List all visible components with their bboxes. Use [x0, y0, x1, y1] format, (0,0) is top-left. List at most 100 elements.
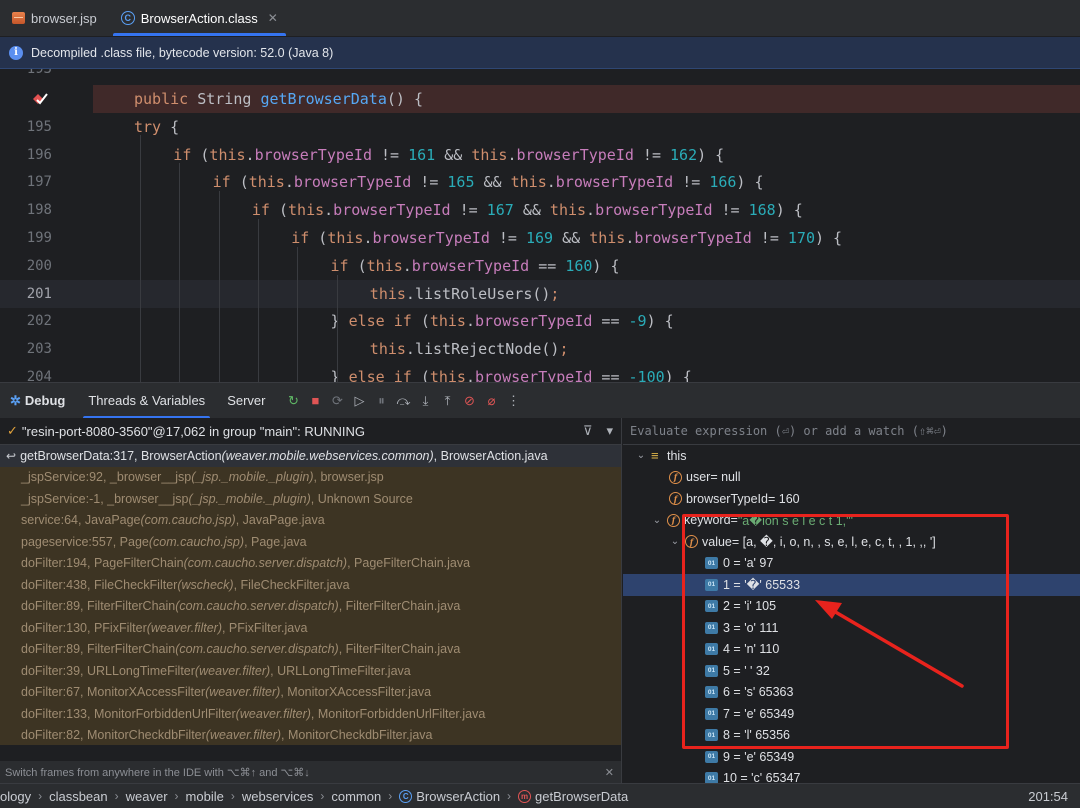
breadcrumb-label: weaver — [125, 788, 168, 804]
code-token: () { — [386, 90, 423, 108]
array-element-row[interactable]: 01 5 = ' ' 32 — [623, 660, 1080, 682]
breadcrumb-item[interactable]: ology — [0, 789, 31, 804]
resume-icon[interactable]: ▷ — [348, 390, 370, 412]
stop-icon[interactable]: ■ — [304, 390, 326, 412]
tab-threads-variables[interactable]: Threads & Variables — [77, 383, 216, 419]
var-row-browsertypeid[interactable]: f browserTypeId = 160 — [623, 488, 1080, 510]
frame-pkg: (weaver.filter) — [205, 685, 281, 700]
tab-server[interactable]: Server — [216, 383, 276, 419]
var-row-this[interactable]: ⌄ ≡ this — [623, 445, 1080, 467]
code-token: getBrowserData — [260, 90, 387, 108]
chevron-right-icon: › — [38, 789, 43, 803]
frame-method: getBrowserData:317, BrowserAction — [20, 448, 222, 463]
array-element-row[interactable]: 01 9 = 'e' 65349 — [623, 746, 1080, 768]
code-editor[interactable]: 193 public String getBrowserData() {195 t… — [0, 69, 1080, 382]
frame-row[interactable]: doFilter:194, PageFilterChain (com.cauch… — [0, 553, 621, 575]
array-element-row[interactable]: 01 7 = 'e' 65349 — [623, 703, 1080, 725]
array-element-row[interactable]: 01 6 = 's' 65363 — [623, 682, 1080, 704]
frame-row[interactable]: _jspService:92, _browser__jsp (_jsp._mob… — [0, 467, 621, 489]
breadcrumb-item[interactable]: weaver — [126, 789, 168, 804]
tab-browseraction-class[interactable]: C BrowserAction.class ✕ — [109, 0, 290, 36]
frame-row[interactable]: pageservice:557, Page (com.caucho.jsp), … — [0, 531, 621, 553]
chevron-down-icon[interactable]: ⌄ — [669, 536, 681, 547]
method-breakpoint-icon[interactable] — [30, 91, 50, 107]
array-element-row[interactable]: 01 2 = 'i' 105 — [623, 596, 1080, 618]
close-icon[interactable]: ✕ — [268, 11, 278, 25]
step-into-icon[interactable]: ⤓ — [414, 390, 436, 412]
code-token: if — [173, 145, 201, 164]
frame-row[interactable]: doFilter:39, URLLongTimeFilter (weaver.f… — [0, 660, 621, 682]
frame-row[interactable]: doFilter:67, MonitorXAccessFilter (weave… — [0, 682, 621, 704]
evaluate-expression-input[interactable]: Evaluate expression (⏎) or add a watch (… — [623, 418, 1080, 445]
code-token: . — [546, 173, 556, 192]
chevron-down-icon[interactable]: ▾ — [606, 423, 613, 439]
cursor-position[interactable]: 201:54 — [1028, 789, 1068, 804]
thread-selector[interactable]: ✓ "resin-port-8080-3560"@17,062 in group… — [0, 418, 621, 445]
frame-row[interactable]: doFilter:89, FilterFilterChain (com.cauc… — [0, 639, 621, 661]
code-line: 199 if (this. browserTypeId != 169 && this… — [0, 224, 1080, 252]
line-number: 203 — [26, 341, 52, 358]
mute-breakpoints-icon[interactable]: ⌀ — [480, 390, 502, 412]
frame-row[interactable]: _jspService:-1, _browser__jsp (_jsp._mob… — [0, 488, 621, 510]
array-element-row[interactable]: 01 0 = 'a' 97 — [623, 553, 1080, 575]
frame-row[interactable]: ↩ getBrowserData:317, BrowserAction (weav… — [0, 445, 621, 467]
array-element-row[interactable]: 01 8 = 'l' 65356 — [623, 725, 1080, 747]
breadcrumb-item[interactable]: webservices — [242, 789, 314, 804]
frame-method: doFilter:194, PageFilterChain — [21, 556, 184, 571]
pause-icon[interactable]: ⏸ — [370, 390, 392, 412]
filter-icon[interactable]: ⊽ — [583, 423, 593, 439]
view-breakpoints-icon[interactable]: ⊘ — [458, 390, 480, 412]
code-text: } else if (this. browserTypeId == -9) { — [331, 307, 1080, 335]
code-token: && — [474, 173, 511, 192]
frame-row[interactable]: service:64, JavaPage (com.caucho.jsp), J… — [0, 510, 621, 532]
close-icon[interactable]: ✕ — [605, 766, 614, 779]
code-token: ) { — [646, 312, 674, 331]
primitive-icon: 01 — [705, 750, 718, 763]
breadcrumb-item[interactable]: C BrowserAction — [399, 789, 500, 804]
array-element-row[interactable]: 01 4 = 'n' 110 — [623, 639, 1080, 661]
tab-label: Server — [227, 393, 266, 408]
var-name: value — [702, 534, 732, 549]
frame-row[interactable]: doFilter:438, FileCheckFilter (wscheck),… — [0, 574, 621, 596]
array-element-row[interactable]: 01 3 = 'o' 111 — [623, 617, 1080, 639]
var-name: keyword — [684, 513, 731, 528]
code-token: public — [134, 90, 198, 108]
breadcrumb-item[interactable]: m getBrowserData — [518, 789, 628, 804]
line-number: 199 — [26, 230, 52, 246]
step-over-icon[interactable]: ⤼ — [392, 390, 414, 412]
step-out-icon[interactable]: ⤒ — [436, 390, 458, 412]
array-element-row[interactable]: 01 10 = 'c' 65347 — [623, 768, 1080, 783]
chevron-down-icon[interactable]: ⌄ — [635, 450, 647, 461]
chevron-down-icon[interactable]: ⌄ — [651, 515, 663, 526]
code-token: String — [197, 90, 261, 108]
line-number: 200 — [26, 257, 52, 274]
debug-title: ✲ Debug — [0, 393, 77, 409]
breadcrumb-item[interactable]: mobile — [186, 789, 224, 804]
code-token: != — [411, 173, 448, 192]
code-text: if (this. browserTypeId != 167 && this. br… — [252, 196, 1080, 224]
code-line: 196 if (this. browserTypeId != 161 && this… — [0, 141, 1080, 169]
frame-row[interactable]: doFilter:133, MonitorForbiddenUrlFilter … — [0, 703, 621, 725]
breadcrumb-item[interactable]: classbean — [49, 789, 108, 804]
rerun-icon[interactable]: ↻ — [282, 390, 304, 412]
frame-method: doFilter:89, FilterFilterChain — [21, 599, 176, 614]
var-row-value[interactable]: ⌄ f value = [a, �, i, o, n, , s, e, l, e… — [623, 531, 1080, 553]
breadcrumb-item[interactable]: common — [331, 789, 381, 804]
array-element-row[interactable]: 01 1 = '�' 65533 — [623, 574, 1080, 596]
code-token: ( — [420, 368, 430, 382]
var-row-user[interactable]: f user = null — [623, 467, 1080, 489]
frame-pkg: (weaver.filter) — [146, 620, 222, 635]
tab-browser-jsp[interactable]: browser.jsp — [0, 0, 109, 36]
frame-row[interactable]: doFilter:82, MonitorCheckdbFilter (weave… — [0, 725, 621, 746]
var-eq: = — [730, 513, 738, 528]
primitive-icon: 01 — [705, 621, 718, 634]
var-name: this — [667, 448, 687, 463]
code-token: . — [465, 312, 475, 331]
frame-row[interactable]: doFilter:89, FilterFilterChain (com.cauc… — [0, 596, 621, 618]
more-icon[interactable]: ⋮ — [502, 390, 524, 412]
restart-icon[interactable]: ⟳ — [326, 390, 348, 412]
frame-row[interactable]: doFilter:130, PFixFilter (weaver.filter)… — [0, 617, 621, 639]
frame-list[interactable]: ↩ getBrowserData:317, BrowserAction (weav… — [0, 445, 621, 745]
code-text: this .listRejectNode(); — [370, 335, 1080, 363]
var-row-keyword[interactable]: ⌄ f keyword = "a�ion s e l e c t 1,'" — [623, 510, 1080, 532]
